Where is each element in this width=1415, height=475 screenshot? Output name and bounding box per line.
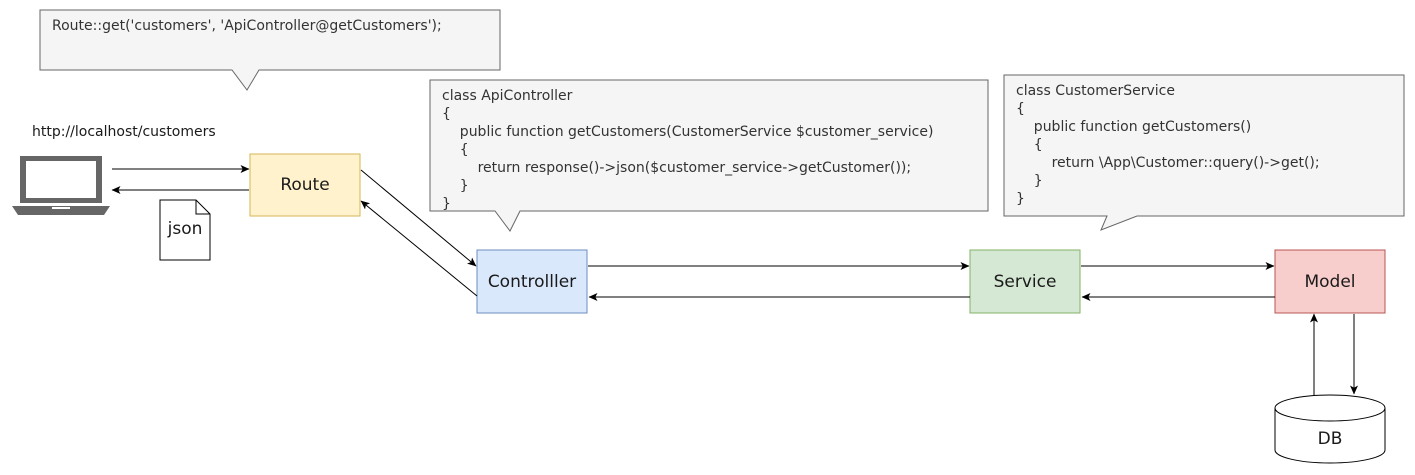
document-label: json — [167, 219, 203, 239]
route-label: Route — [280, 175, 330, 195]
db-label: DB — [1317, 429, 1343, 449]
laptop-icon — [12, 156, 110, 215]
route-code-text: Route::get('customers', 'ApiController@g… — [52, 18, 442, 34]
model-label: Model — [1304, 271, 1356, 292]
service-code-text: class CustomerService { public function … — [1016, 83, 1320, 207]
controller-code-text: class ApiController { public function ge… — [442, 88, 934, 212]
controller-label: Controlller — [487, 271, 577, 292]
client-url: http://localhost/customers — [32, 124, 216, 140]
architecture-diagram — [12, 9, 1405, 464]
service-label: Service — [993, 271, 1057, 292]
arrow-controller-to-route — [360, 200, 478, 297]
